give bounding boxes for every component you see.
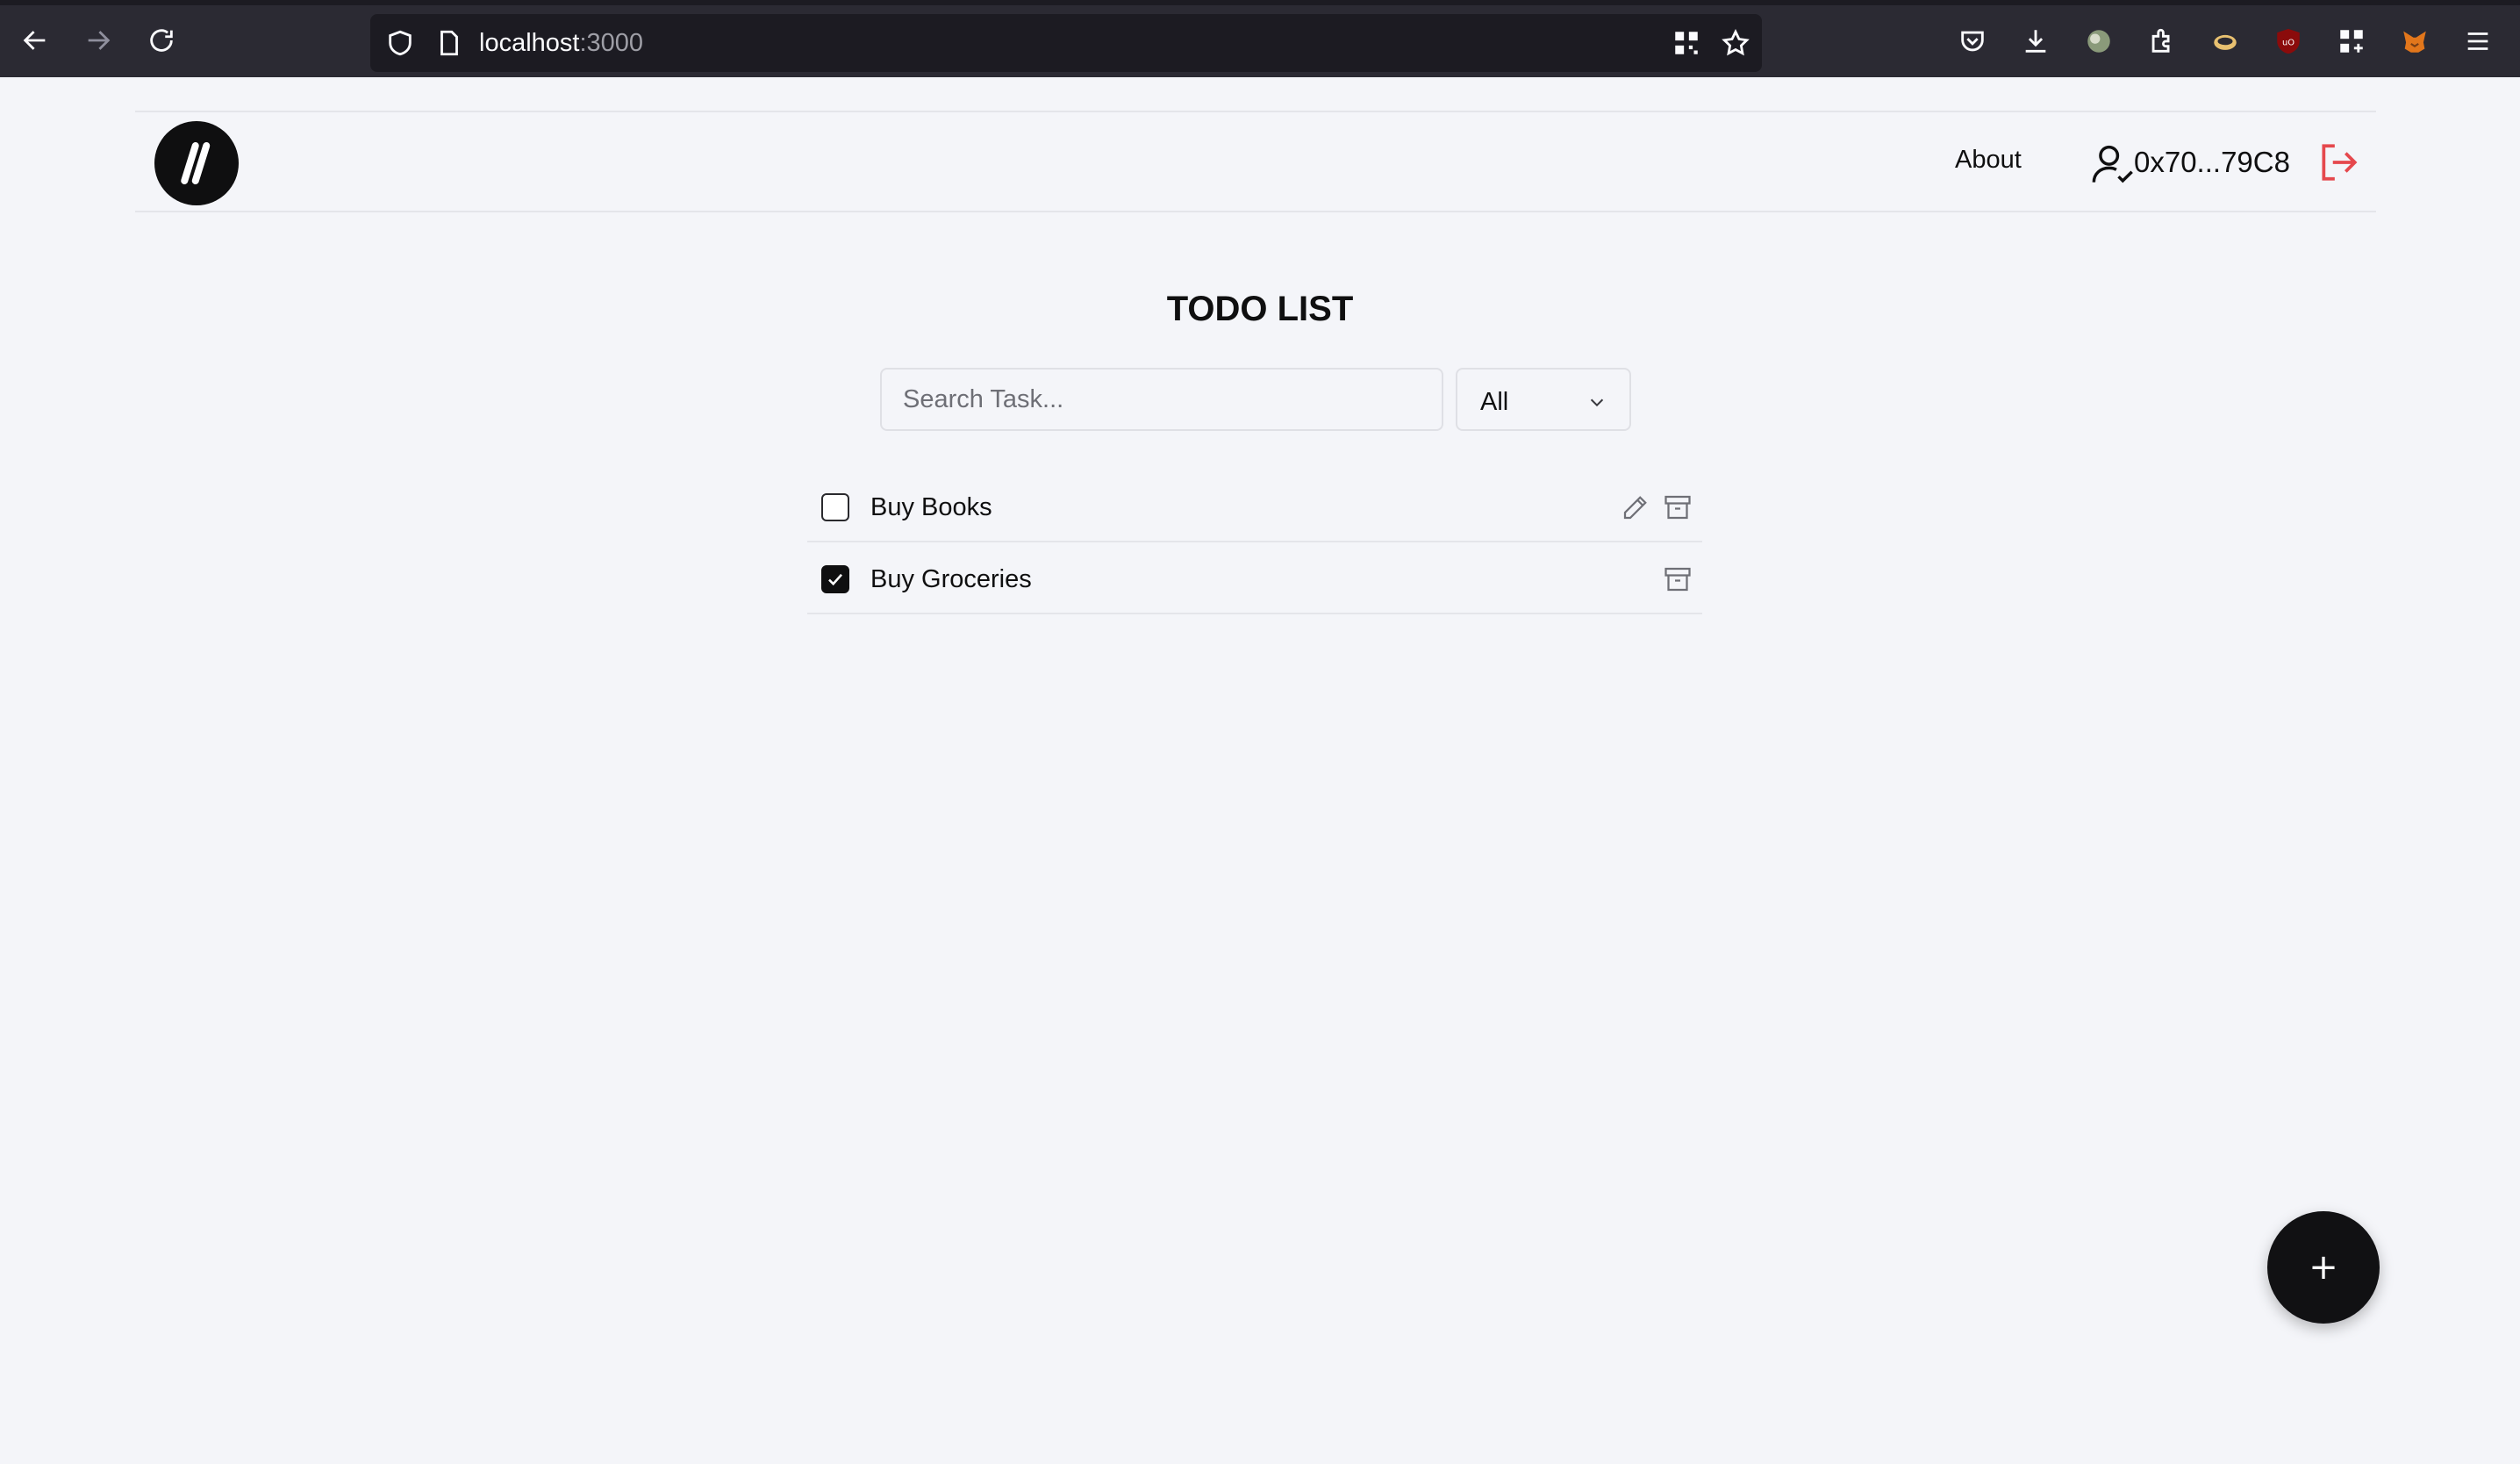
filter-selected-value: All xyxy=(1480,388,1509,416)
shield-icon[interactable] xyxy=(383,25,418,61)
extensions-puzzle-icon[interactable] xyxy=(2144,24,2180,59)
ublock-shield-icon[interactable]: uO xyxy=(2271,24,2306,59)
archive-task-button[interactable] xyxy=(1662,492,1693,523)
header-top-divider xyxy=(135,111,2376,112)
task-checkbox-checked[interactable] xyxy=(821,565,849,593)
pencil-icon xyxy=(1623,496,1647,520)
browser-toolbar: localhost:3000 uO xyxy=(0,0,2520,77)
edit-task-button[interactable] xyxy=(1620,492,1651,523)
logout-icon[interactable] xyxy=(2316,140,2360,184)
search-input[interactable] xyxy=(880,368,1443,431)
double-slash-logo-icon xyxy=(181,142,211,184)
metamask-fox-icon[interactable] xyxy=(2397,24,2432,59)
add-task-button[interactable]: + xyxy=(2267,1211,2380,1324)
download-icon[interactable] xyxy=(2018,24,2053,59)
status-filter-select[interactable]: All xyxy=(1456,368,1631,431)
svg-text:uO: uO xyxy=(2282,38,2294,47)
user-check-icon xyxy=(2092,145,2133,183)
apps-grid-icon[interactable] xyxy=(2334,24,2369,59)
app-logo[interactable] xyxy=(154,121,239,205)
globe-extension-icon[interactable] xyxy=(2081,24,2116,59)
url-bar[interactable]: localhost:3000 xyxy=(370,14,1762,72)
plus-icon: + xyxy=(2309,1247,2338,1288)
nav-about-link[interactable]: About xyxy=(1955,146,2022,175)
url-host: localhost xyxy=(479,29,580,57)
vpn-extension-icon[interactable] xyxy=(2208,24,2243,59)
wallet-address[interactable]: 0x70...79C8 xyxy=(2134,146,2290,179)
url-text[interactable]: localhost:3000 xyxy=(479,29,643,58)
page-icon xyxy=(432,25,467,61)
chevron-down-icon xyxy=(1590,398,1604,407)
reload-icon xyxy=(150,29,173,52)
back-button[interactable] xyxy=(12,18,58,63)
arrow-left-icon xyxy=(23,31,46,50)
pocket-icon[interactable] xyxy=(1955,24,1990,59)
page-title: TODO LIST xyxy=(1166,290,1354,328)
qr-code-icon[interactable] xyxy=(1669,25,1704,61)
task-label: Buy Books xyxy=(870,493,992,521)
menu-hamburger-icon[interactable] xyxy=(2460,24,2495,59)
task-checkbox[interactable] xyxy=(821,493,849,521)
bookmark-star-icon[interactable] xyxy=(1718,25,1753,61)
header-bottom-divider xyxy=(135,211,2376,212)
arrow-right-icon xyxy=(88,31,111,50)
forward-button[interactable] xyxy=(75,18,121,63)
reload-button[interactable] xyxy=(139,18,184,63)
url-port: :3000 xyxy=(579,29,644,57)
task-row: Buy Groceries xyxy=(807,542,1702,614)
archive-box-icon xyxy=(1664,495,1691,520)
archive-task-button[interactable] xyxy=(1662,563,1693,595)
task-label: Buy Groceries xyxy=(870,565,1032,593)
checkmark-icon xyxy=(828,573,842,586)
archive-box-icon xyxy=(1664,567,1691,592)
task-row: Buy Books xyxy=(807,470,1702,542)
